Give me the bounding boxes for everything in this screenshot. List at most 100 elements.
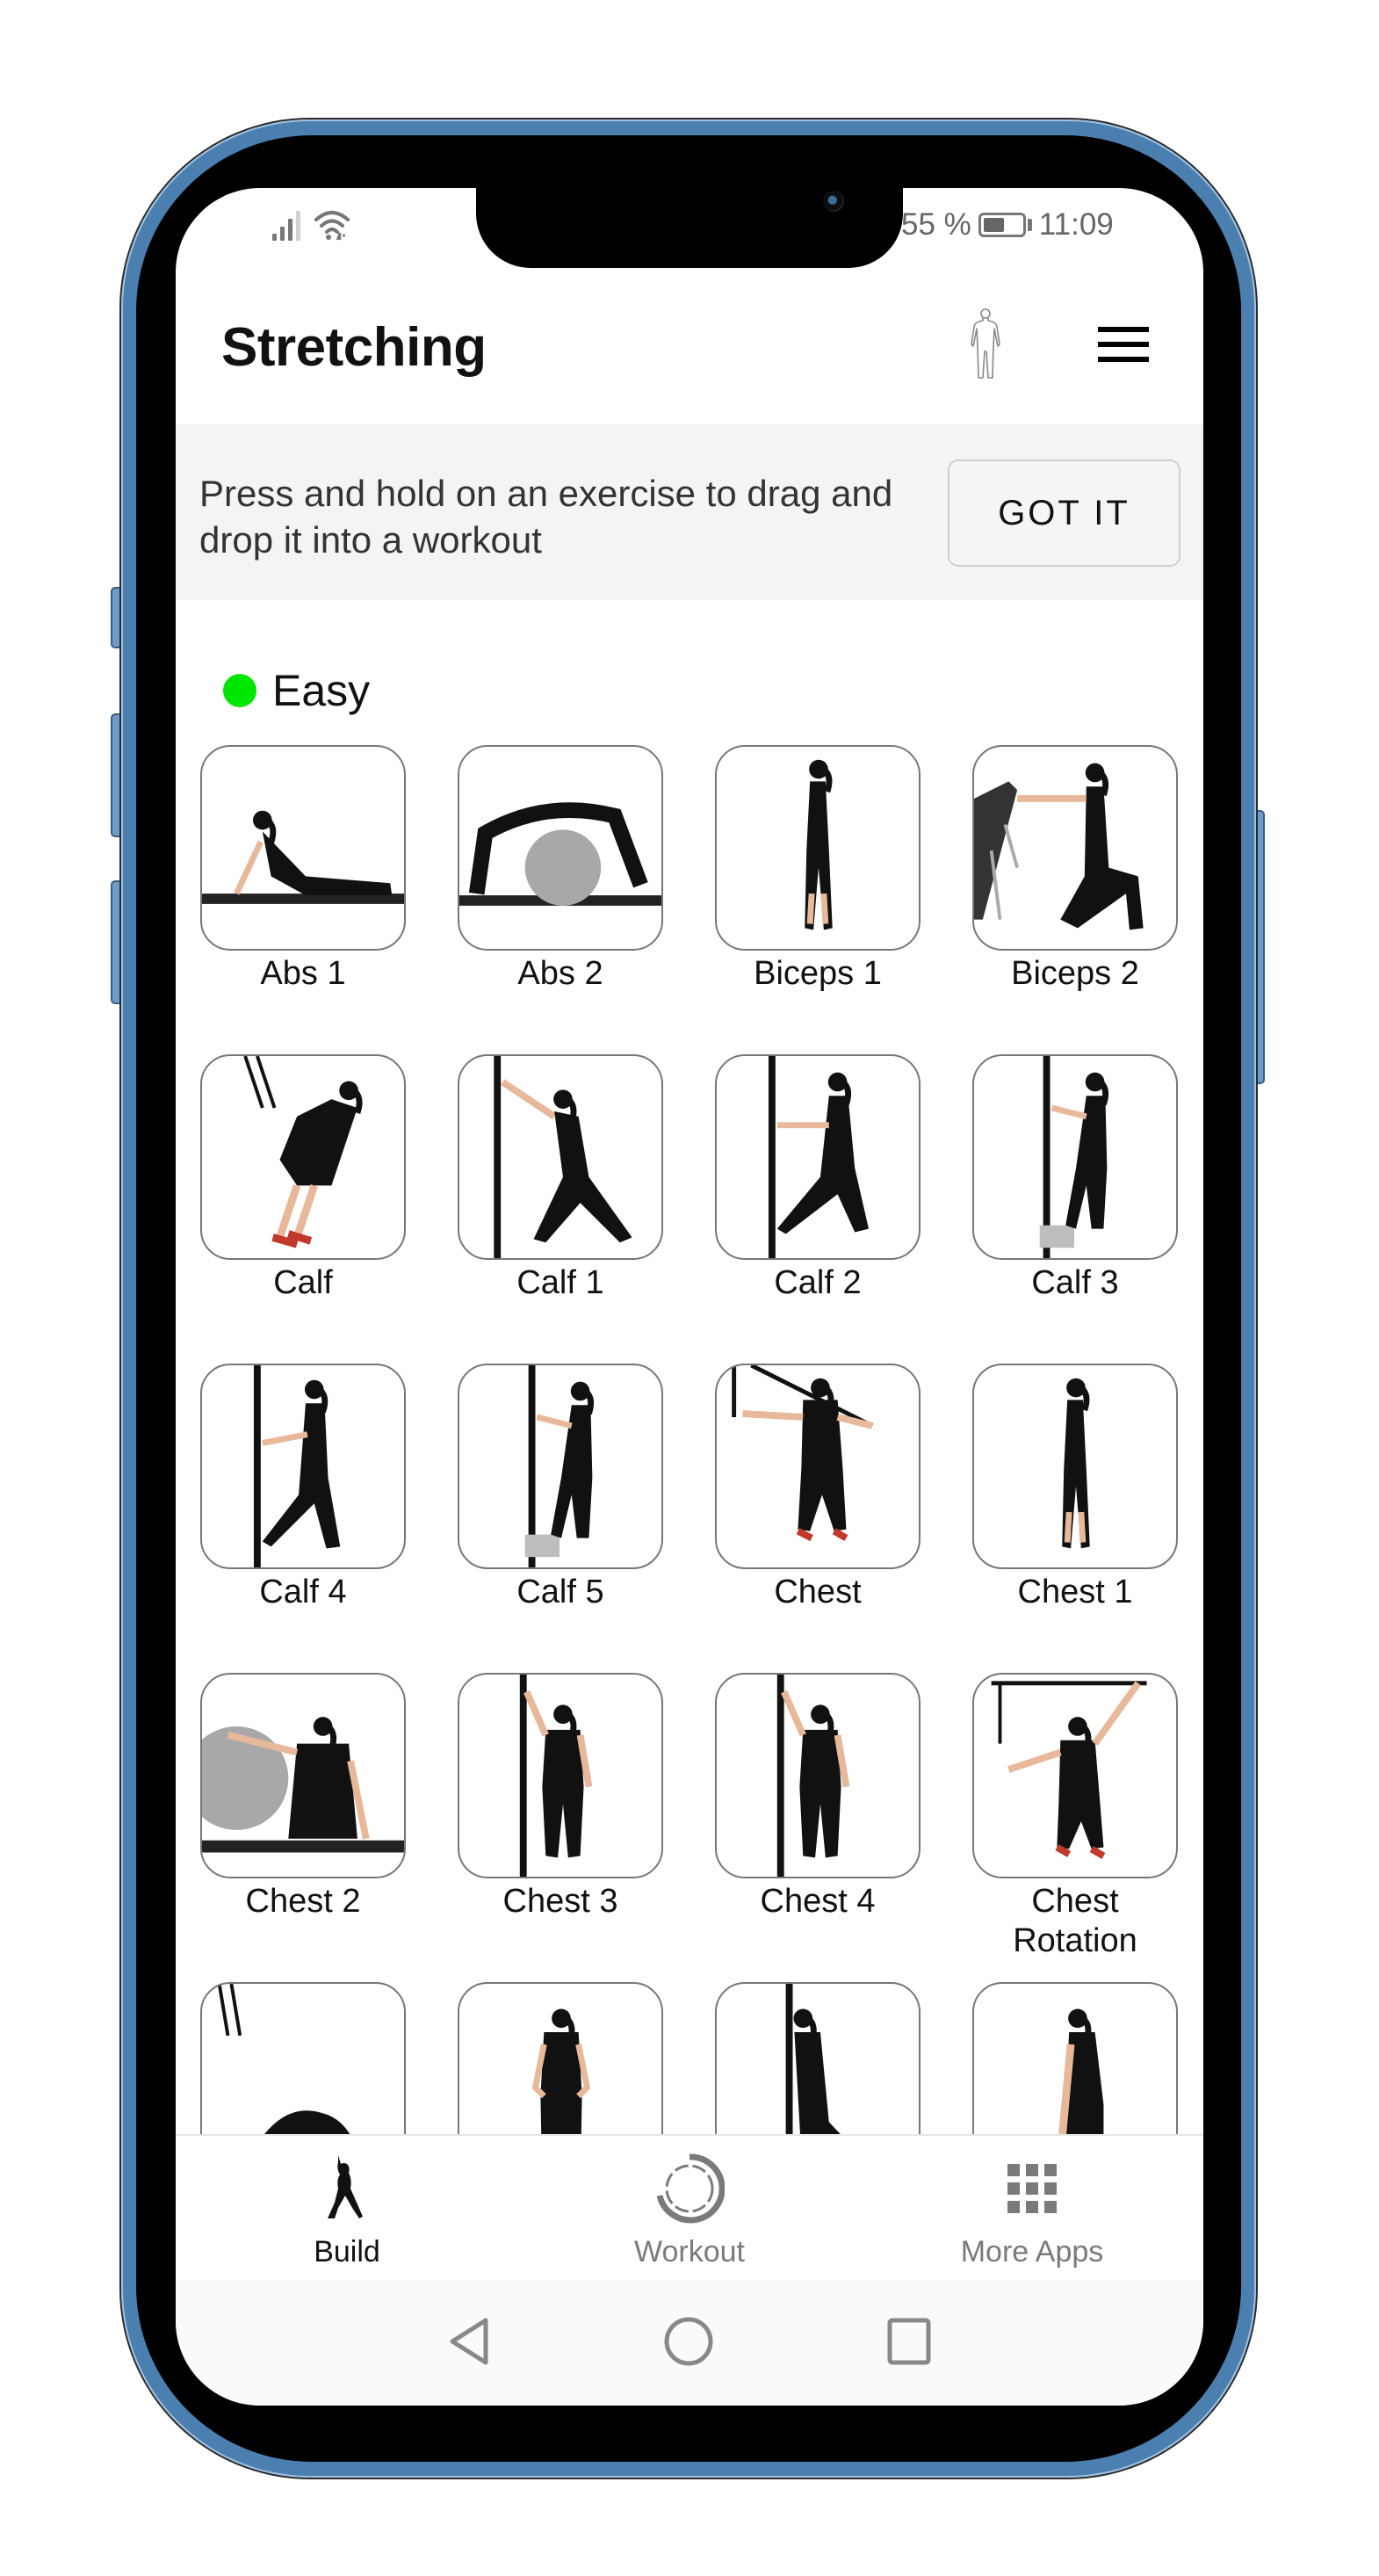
- exercise-label: Chest: [774, 1574, 862, 1610]
- exercise-illustration-icon: [519, 1675, 593, 1877]
- exercise-thumbnail: [972, 745, 1178, 951]
- exercise-illustration-icon: [243, 1056, 363, 1248]
- mute-switch: [111, 587, 121, 648]
- exercise-label: Chest 1: [1017, 1574, 1133, 1610]
- recents-icon[interactable]: [883, 2315, 935, 2368]
- exercise-tile[interactable]: Calf 1: [458, 1054, 663, 1303]
- wifi-icon: [314, 211, 350, 241]
- battery-fill: [983, 218, 1004, 232]
- tab-more-apps[interactable]: More Apps: [918, 2136, 1146, 2282]
- exercise-tile[interactable]: Chest 2: [200, 1673, 406, 1921]
- page-title: Stretching: [221, 317, 487, 378]
- exercise-label: Biceps 1: [754, 955, 882, 992]
- human-body-icon[interactable]: [966, 308, 1005, 380]
- exercise-illustration-icon: [768, 1056, 869, 1258]
- exercise-label: Calf 2: [774, 1264, 862, 1301]
- exercise-tile[interactable]: Chest 4: [715, 1673, 921, 1921]
- tab-build[interactable]: Build: [233, 2136, 461, 2282]
- exercise-illustration-icon: [776, 1675, 850, 1877]
- menu-bar: [1098, 357, 1149, 362]
- banner-text: Press and hold on an exercise to drag an…: [199, 473, 893, 561]
- drag-hint-banner: Press and hold on an exercise to drag an…: [176, 424, 1203, 600]
- exercise-tile[interactable]: Chest: [715, 1364, 921, 1612]
- volume-down-button: [111, 880, 121, 1004]
- exercise-tile[interactable]: Calf 4: [200, 1364, 406, 1612]
- exercise-tile[interactable]: Calf 2: [715, 1054, 921, 1303]
- exercise-thumbnail: [715, 1673, 921, 1878]
- build-figure-icon: [328, 2155, 363, 2218]
- exercise-label: Chest Rotation: [1013, 1883, 1137, 1959]
- exercise-tile[interactable]: Calf 5: [458, 1364, 663, 1612]
- exercise-thumbnail: [200, 1054, 406, 1260]
- exercise-label: Chest 3: [502, 1883, 618, 1920]
- battery-icon: [978, 213, 1026, 237]
- exercise-label: Calf 4: [259, 1574, 347, 1610]
- exercise-thumbnail: [972, 1364, 1178, 1569]
- battery-tip: [1027, 219, 1032, 231]
- signal-icon: [272, 211, 300, 241]
- got-it-button[interactable]: GOT IT: [948, 459, 1180, 567]
- exercise-illustration-icon: [202, 810, 404, 904]
- exercise-illustration-icon: [524, 1365, 595, 1567]
- exercise-illustration-icon: [805, 759, 833, 930]
- exercise-label: Abs 1: [260, 955, 346, 992]
- system-navigation-bar: [176, 2280, 1203, 2406]
- tab-label: Build: [314, 2235, 380, 2268]
- exercise-illustration-icon: [732, 1365, 874, 1542]
- exercise-tile[interactable]: Chest 1: [972, 1364, 1178, 1612]
- volume-up-button: [111, 713, 121, 837]
- exercise-illustration-icon: [1062, 1378, 1090, 1549]
- clock: 11:09: [1038, 207, 1114, 242]
- exercise-tile[interactable]: Chest 3: [458, 1673, 663, 1921]
- tab-workout[interactable]: Workout: [575, 2136, 804, 2282]
- difficulty-dot-icon: [223, 674, 256, 707]
- exercise-tile[interactable]: Biceps 1: [715, 745, 921, 994]
- hamburger-menu-icon[interactable]: [1098, 327, 1149, 362]
- exercise-label: Chest 4: [760, 1883, 876, 1920]
- exercise-label: Calf 5: [516, 1574, 604, 1610]
- exercise-tile[interactable]: Chest Rotation: [972, 1673, 1178, 1961]
- exercise-label: Calf 1: [516, 1264, 604, 1301]
- exercise-label: Calf 3: [1031, 1264, 1119, 1301]
- phone-screen: 55 % 11:09 Stretching Press and hold on …: [176, 188, 1203, 2406]
- status-bar-right: 55 % 11:09: [901, 206, 1114, 244]
- exercise-illustration-icon: [974, 763, 1144, 930]
- exercise-thumbnail: [972, 1673, 1178, 1878]
- back-icon[interactable]: [444, 2315, 496, 2368]
- exercise-illustration-icon: [991, 1681, 1147, 1859]
- bottom-tab-bar: Build Workout More Apps: [176, 2134, 1203, 2280]
- exercise-thumbnail: [715, 745, 921, 951]
- section-label: Easy: [272, 666, 371, 715]
- exercise-illustration-icon: [459, 802, 661, 906]
- exercise-thumbnail: [200, 745, 406, 951]
- exercise-illustration-icon: [1039, 1056, 1109, 1258]
- exercise-illustration-icon: [494, 1056, 632, 1258]
- menu-bar: [1098, 327, 1149, 332]
- notch: [476, 188, 903, 268]
- home-icon[interactable]: [662, 2315, 715, 2368]
- exercise-label: Calf: [273, 1264, 333, 1301]
- exercise-illustration-icon: [253, 1365, 341, 1567]
- exercise-tile[interactable]: Calf: [200, 1054, 406, 1303]
- battery-percent: 55 %: [901, 207, 971, 242]
- exercise-thumbnail: [458, 745, 663, 951]
- exercise-tile[interactable]: Calf 3: [972, 1054, 1178, 1303]
- menu-bar: [1098, 342, 1149, 347]
- tab-label: More Apps: [960, 2235, 1104, 2268]
- exercise-label: Biceps 2: [1011, 955, 1139, 992]
- exercise-thumbnail: [715, 1364, 921, 1569]
- grid-apps-icon: [1007, 2164, 1057, 2213]
- exercise-thumbnail: [458, 1054, 663, 1260]
- workout-ring-icon: [656, 2153, 725, 2224]
- exercise-thumbnail: [715, 1054, 921, 1260]
- difficulty-section-header: Easy: [223, 665, 370, 716]
- exercise-thumbnail: [200, 1673, 406, 1878]
- exercise-label: Chest 2: [245, 1883, 361, 1920]
- exercise-thumbnail: [458, 1673, 663, 1878]
- exercise-thumbnail: [200, 1364, 406, 1569]
- exercise-tile[interactable]: Abs 1: [200, 745, 406, 994]
- exercise-tile[interactable]: Abs 2: [458, 745, 663, 994]
- exercise-label: Abs 2: [517, 955, 603, 992]
- exercise-tile[interactable]: Biceps 2: [972, 745, 1178, 994]
- exercise-thumbnail: [972, 1054, 1178, 1260]
